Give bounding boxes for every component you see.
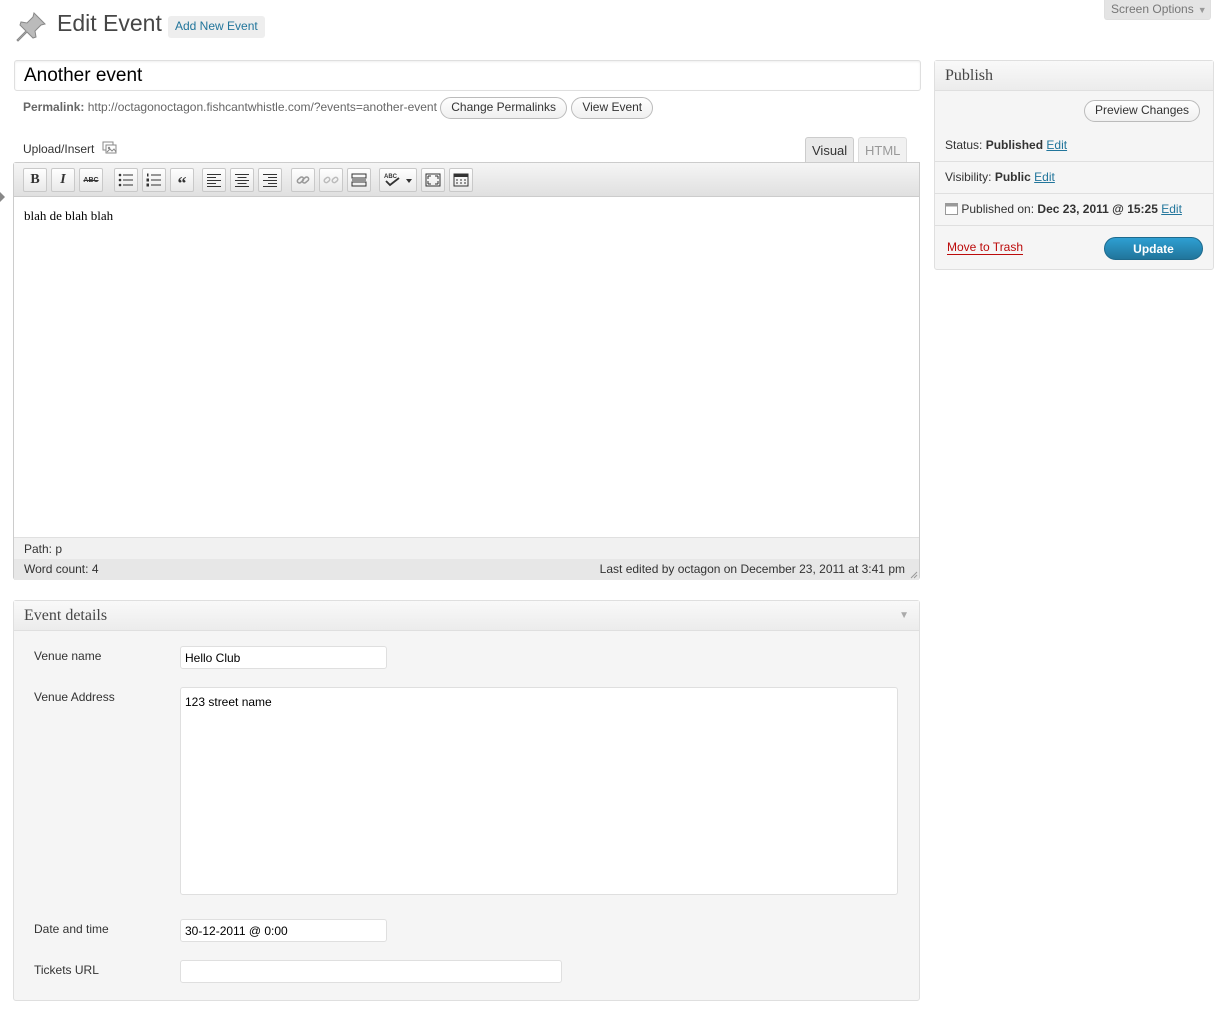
resize-handle-icon[interactable] (908, 569, 918, 579)
move-to-trash-link[interactable]: Move to Trash (947, 240, 1024, 255)
change-permalinks-button[interactable]: Change Permalinks (440, 97, 567, 119)
bold-icon: B (30, 172, 40, 187)
visibility-edit-link[interactable]: Edit (1034, 170, 1055, 184)
venue-name-label: Venue name (34, 649, 102, 663)
event-details-title[interactable]: Event details (14, 601, 919, 631)
status-edit-link[interactable]: Edit (1046, 138, 1067, 152)
update-button[interactable]: Update (1104, 237, 1203, 260)
align-right-button[interactable] (258, 168, 282, 192)
calendar-icon (945, 203, 958, 215)
visibility-label: Visibility: (945, 170, 992, 184)
align-center-icon (235, 174, 249, 187)
published-on-label: Published on: (961, 202, 1035, 216)
divider (935, 193, 1213, 194)
tab-html[interactable]: HTML (858, 137, 908, 163)
visibility-value: Public (994, 170, 1031, 184)
published-on-value: Dec 23, 2011 @ 15:25 (1037, 202, 1158, 216)
word-count-value: 4 (91, 562, 99, 576)
tickets-url-label: Tickets URL (34, 963, 99, 977)
unlink-button[interactable] (319, 168, 343, 192)
divider (935, 225, 1213, 226)
spellcheck-icon: ABC (384, 174, 412, 187)
editor-status-bar: Word count: 4 Last edited by octagon on … (14, 559, 919, 580)
chevron-down-icon: ▼ (1197, 5, 1207, 15)
blockquote-button[interactable]: “ (170, 168, 194, 192)
tickets-url-field[interactable] (180, 960, 562, 983)
last-edited-text: Last edited by octagon on December 23, 2… (599, 562, 905, 576)
permalink-row: Permalink: http://octagonoctagon.fishcan… (23, 97, 654, 121)
upload-insert-label: Upload/Insert (23, 142, 95, 156)
bold-button[interactable]: B (23, 168, 47, 192)
post-title-input[interactable] (14, 60, 921, 91)
editor-content[interactable]: blah de blah blah (24, 208, 113, 224)
screen-options-label: Screen Options (1111, 2, 1194, 16)
venue-name-field[interactable]: Hello Club (180, 646, 387, 669)
status-row: Status: Published Edit (945, 138, 1067, 152)
blockquote-icon: “ (177, 173, 187, 193)
kitchen-sink-icon (453, 173, 469, 187)
view-event-button[interactable]: View Event (571, 97, 654, 119)
collapse-toggle-icon[interactable]: ▼ (899, 610, 909, 621)
screen-options-button[interactable]: Screen Options ▼ (1104, 0, 1211, 20)
publish-box-title[interactable]: Publish (935, 61, 1213, 91)
insert-link-button[interactable] (291, 168, 315, 192)
svg-text:ABC: ABC (384, 174, 398, 180)
published-on-edit-link[interactable]: Edit (1161, 202, 1182, 216)
add-new-event-button[interactable]: Add New Event (168, 16, 265, 38)
numbered-list-icon (146, 173, 161, 187)
visibility-row: Visibility: Public Edit (945, 170, 1055, 184)
bullet-list-icon (118, 173, 133, 187)
fullscreen-icon (425, 173, 441, 187)
bullet-list-button[interactable] (114, 168, 138, 192)
more-tag-icon (351, 173, 367, 187)
page-title: Edit Event (57, 10, 162, 36)
insert-more-button[interactable] (347, 168, 371, 192)
align-center-button[interactable] (230, 168, 254, 192)
path-value: p (55, 542, 63, 556)
path-bar: Path: p (14, 537, 919, 559)
align-left-button[interactable] (202, 168, 226, 192)
permalink-url[interactable]: http://octagonoctagon.fishcantwhistle.co… (88, 100, 437, 114)
date-time-field[interactable]: 30-12-2011 @ 0:00 (180, 919, 387, 942)
numbered-list-button[interactable] (142, 168, 166, 192)
word-count-label: Word count: (24, 562, 89, 576)
content-editor: B I ABC “ ABC blah de blah blah Path: p … (13, 162, 920, 580)
italic-icon: I (60, 172, 66, 187)
kitchen-sink-button[interactable] (449, 168, 473, 192)
unlink-icon (323, 176, 339, 184)
align-right-icon (263, 174, 277, 187)
divider (935, 161, 1213, 162)
fullscreen-button[interactable] (421, 168, 445, 192)
venue-address-label: Venue Address (34, 690, 115, 704)
strikethrough-icon: ABC (83, 176, 99, 184)
venue-address-value: 123 street name (185, 695, 272, 709)
link-icon (296, 176, 310, 184)
event-details-box: Event details ▼ Venue name Hello Club Ve… (13, 600, 920, 1001)
venue-address-field[interactable]: 123 street name (180, 687, 898, 895)
tab-visual[interactable]: Visual (805, 137, 855, 163)
status-value: Published (985, 138, 1044, 152)
editor-toolbar: B I ABC “ ABC (14, 163, 919, 197)
path-label: Path: (24, 542, 53, 556)
add-media-icon[interactable] (102, 141, 118, 155)
date-time-label: Date and time (34, 922, 109, 936)
status-label: Status: (945, 138, 983, 152)
align-left-icon (207, 174, 221, 187)
collapse-caret-icon (0, 192, 5, 202)
spellcheck-button[interactable]: ABC (379, 168, 417, 192)
strikethrough-button[interactable]: ABC (79, 168, 103, 192)
publish-box: Publish Preview Changes Status: Publishe… (934, 60, 1214, 270)
italic-button[interactable]: I (51, 168, 75, 192)
preview-changes-button[interactable]: Preview Changes (1084, 100, 1201, 122)
permalink-label: Permalink: (23, 100, 85, 114)
published-on-row: Published on: Dec 23, 2011 @ 15:25 Edit (945, 202, 1182, 216)
pushpin-icon (16, 12, 46, 42)
